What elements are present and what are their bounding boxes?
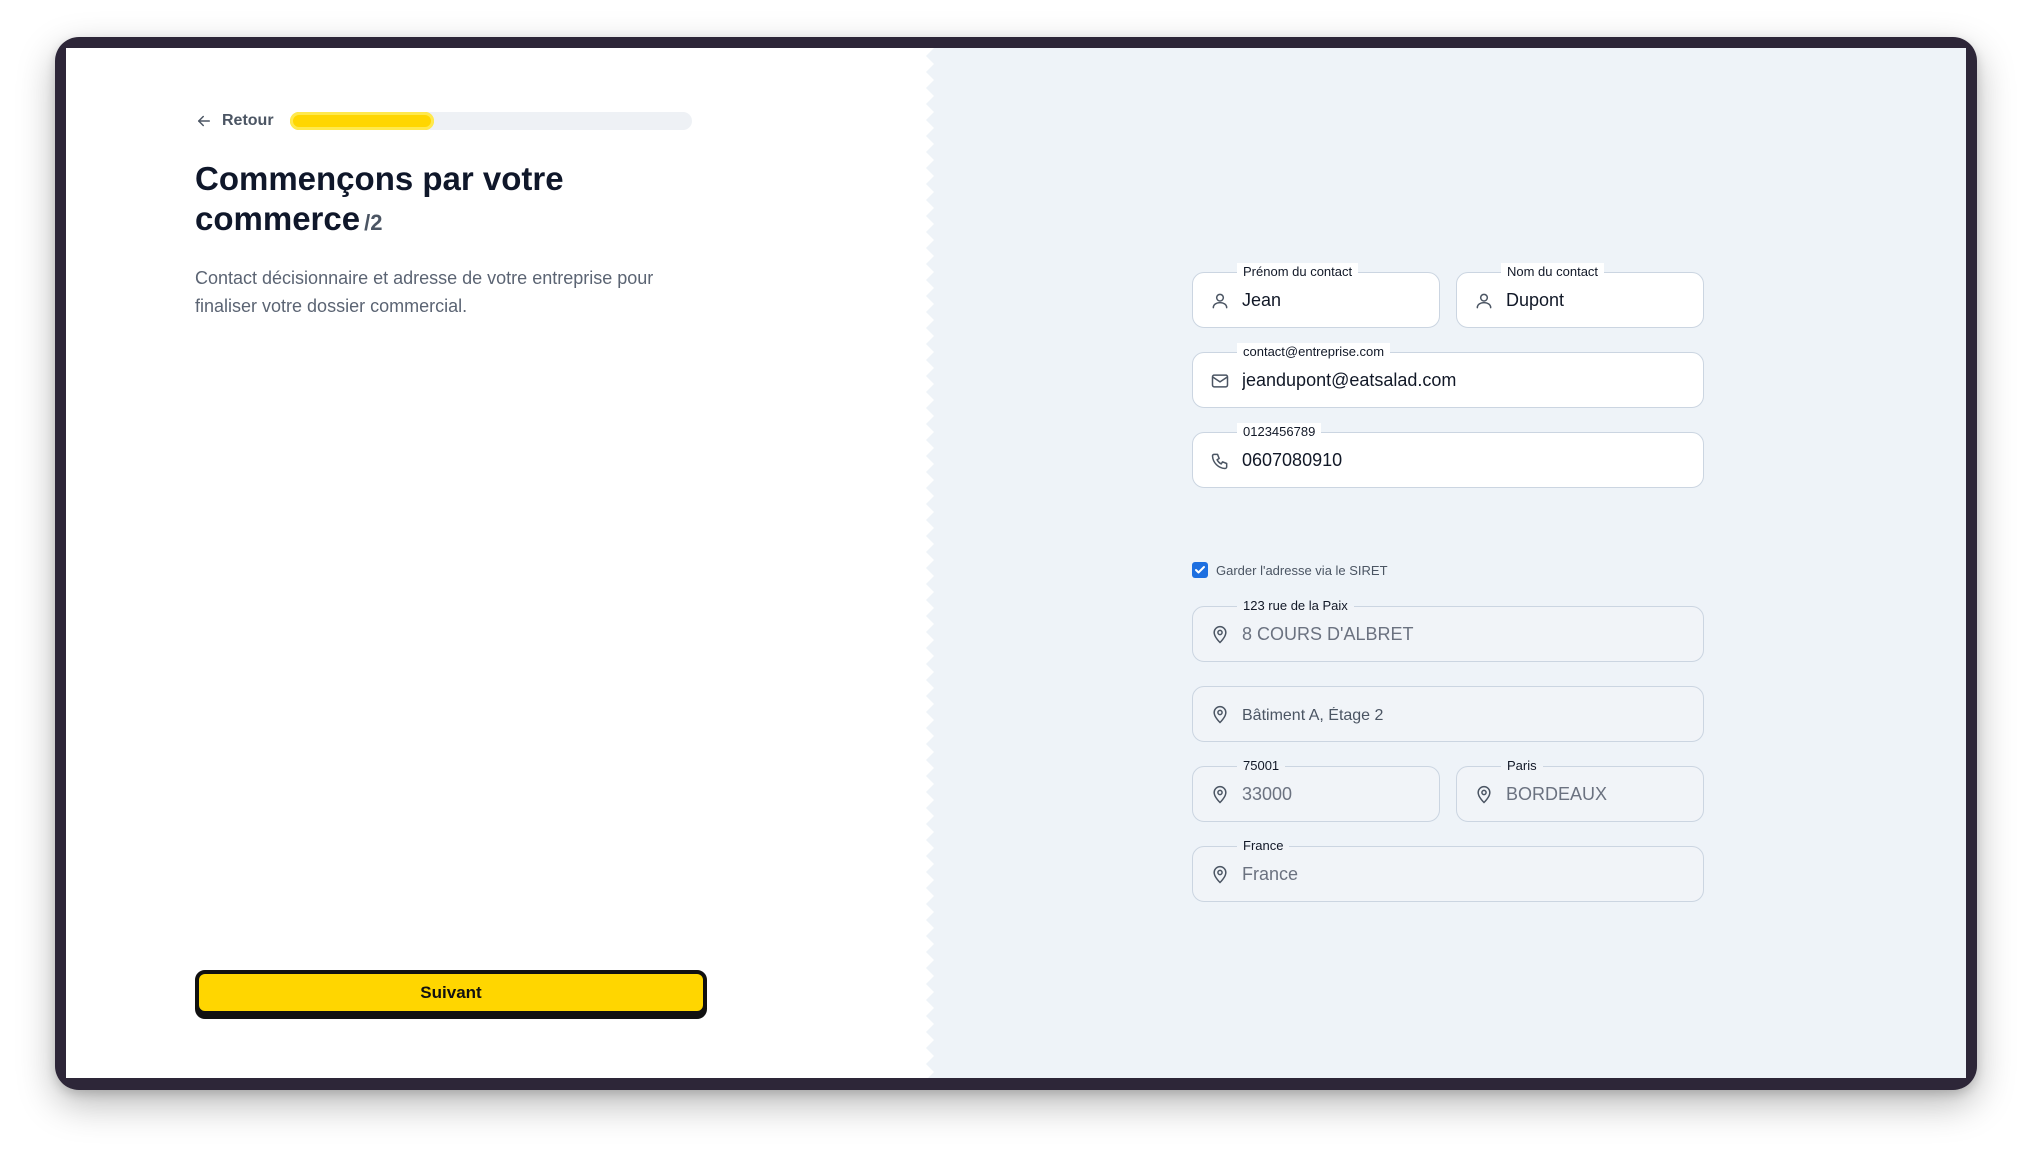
email-field[interactable]: contact@entreprise.com xyxy=(1192,343,1704,408)
step-indicator: /2 xyxy=(364,210,383,235)
city-field[interactable]: Paris xyxy=(1456,757,1704,822)
user-icon xyxy=(1476,293,1492,309)
siret-checkbox[interactable] xyxy=(1192,562,1208,578)
user-icon xyxy=(1212,293,1228,309)
postal-code-field[interactable]: 75001 xyxy=(1192,757,1440,822)
left-pane: Retour Commençons par votre commerce/2 C… xyxy=(66,48,934,1078)
email-input[interactable] xyxy=(1242,353,1692,407)
back-button[interactable]: Retour xyxy=(195,112,274,130)
country-input[interactable] xyxy=(1242,847,1692,901)
last-name-input[interactable] xyxy=(1506,273,1692,327)
address2-field[interactable] xyxy=(1192,686,1704,742)
phone-icon xyxy=(1211,453,1228,470)
postal-code-input[interactable] xyxy=(1242,767,1428,821)
phone-field[interactable]: 0123456789 xyxy=(1192,423,1704,488)
siret-checkbox-row[interactable]: Garder l'adresse via le SIRET xyxy=(1192,562,1388,578)
progress-fill xyxy=(289,112,435,130)
progress-bar xyxy=(289,112,692,130)
location-pin-icon xyxy=(1213,785,1227,804)
mail-icon xyxy=(1211,374,1229,388)
right-pane xyxy=(934,48,1966,1078)
address2-input[interactable] xyxy=(1242,687,1692,741)
first-name-field[interactable]: Prénom du contact xyxy=(1192,263,1440,328)
location-pin-icon xyxy=(1213,705,1227,724)
city-input[interactable] xyxy=(1506,767,1692,821)
address-field[interactable]: 123 rue de la Paix xyxy=(1192,597,1704,662)
location-pin-icon xyxy=(1477,785,1491,804)
page-title: Commençons par votre commerce/2 xyxy=(195,159,715,243)
back-label: Retour xyxy=(222,112,274,129)
location-pin-icon xyxy=(1213,865,1227,884)
address-input[interactable] xyxy=(1242,607,1692,661)
phone-input[interactable] xyxy=(1242,433,1692,487)
arrow-left-icon xyxy=(198,115,210,127)
top-row: Retour xyxy=(195,112,692,130)
siret-checkbox-label: Garder l'adresse via le SIRET xyxy=(1216,562,1388,578)
next-button[interactable]: Suivant xyxy=(195,970,707,1015)
last-name-field[interactable]: Nom du contact xyxy=(1456,263,1704,328)
location-pin-icon xyxy=(1213,625,1227,644)
screen: Retour Commençons par votre commerce/2 C… xyxy=(66,48,1966,1078)
page-subtitle: Contact décisionnaire et adresse de votr… xyxy=(195,268,654,316)
country-field[interactable]: France xyxy=(1192,837,1704,902)
check-icon xyxy=(1195,566,1205,574)
first-name-input[interactable] xyxy=(1242,273,1428,327)
